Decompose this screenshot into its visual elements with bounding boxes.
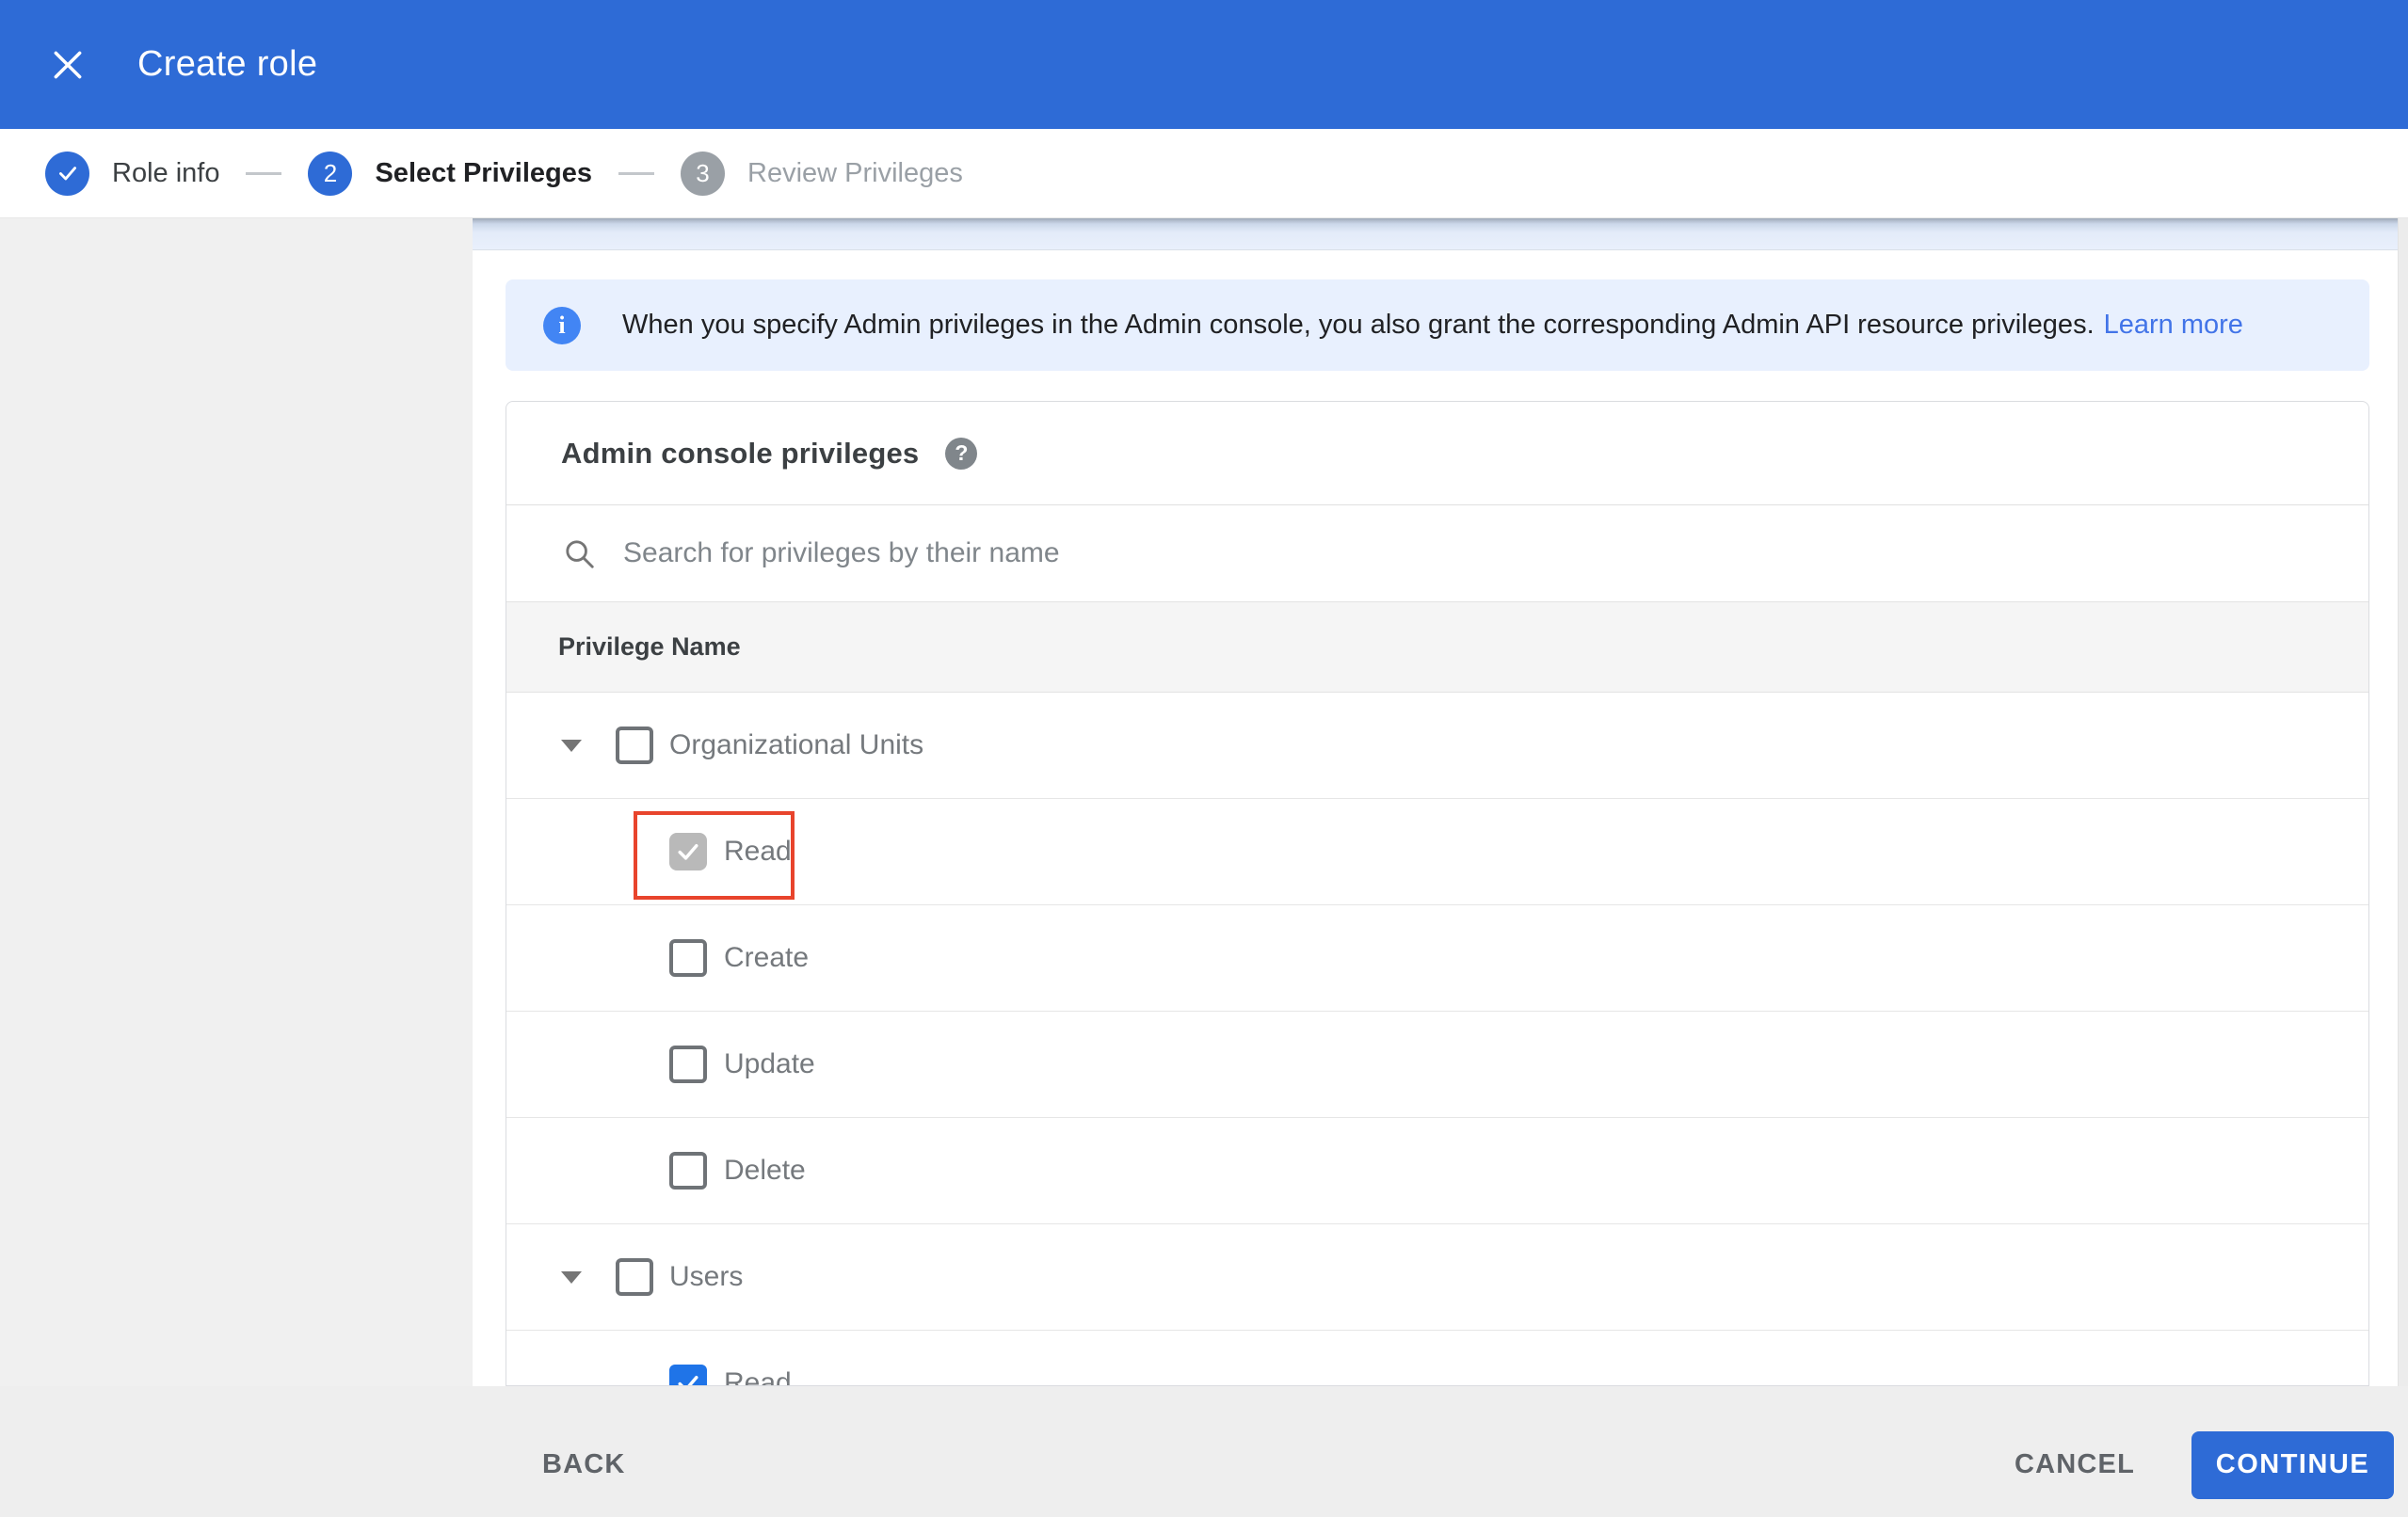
help-icon[interactable]: ? [945, 437, 978, 470]
step-role-info[interactable]: Role info [45, 151, 220, 196]
search-row [506, 505, 2368, 601]
privilege-label[interactable]: Read [724, 1367, 792, 1385]
step-label: Select Privileges [375, 157, 592, 188]
checkbox-delete[interactable] [669, 1152, 707, 1190]
privilege-row-organizational-units: Organizational Units [506, 693, 2368, 799]
continue-button[interactable]: CONTINUE [2191, 1430, 2394, 1499]
privilege-label[interactable]: Users [669, 1261, 743, 1293]
admin-privileges-card: Admin console privileges ? Privilege Nam… [506, 401, 2369, 1386]
dialog-title: Create role [137, 44, 318, 84]
left-panel [0, 218, 473, 1386]
scrolled-banner-edge [473, 218, 2398, 250]
step-connector [246, 171, 282, 175]
table-column-header: Privilege Name [506, 601, 2368, 693]
privilege-label[interactable]: Read [724, 836, 792, 868]
cancel-button[interactable]: CANCEL [2005, 1436, 2144, 1493]
search-icon [566, 540, 594, 568]
step-check-icon [45, 151, 89, 196]
card-title-row: Admin console privileges ? [506, 402, 2368, 505]
checkbox-read[interactable] [669, 833, 707, 870]
content-panel: i When you specify Admin privileges in t… [473, 218, 2408, 1386]
close-icon[interactable] [47, 44, 88, 86]
checkbox-create[interactable] [669, 939, 707, 977]
privilege-row-create: Create [506, 905, 2368, 1012]
privilege-row-read: Read [506, 799, 2368, 905]
main-area: i When you specify Admin privileges in t… [0, 218, 2408, 1386]
step-label: Review Privileges [747, 157, 963, 188]
privilege-rows: Organizational Units Read Create Update Dele… [506, 693, 2368, 1385]
footer-bar: BACK CANCEL CONTINUE [0, 1386, 2408, 1517]
info-banner: i When you specify Admin privileges in t… [506, 279, 2369, 371]
expand-collapse-icon[interactable] [561, 1270, 582, 1284]
card-title: Admin console privileges [561, 436, 920, 470]
checkbox-update[interactable] [669, 1046, 707, 1083]
checkbox-organizational-units[interactable] [616, 727, 653, 764]
privilege-row-update: Update [506, 1012, 2368, 1118]
privilege-label[interactable]: Update [724, 1048, 815, 1080]
scrollbar[interactable] [2398, 218, 2408, 1386]
stepper: Role info 2 Select Privileges 3 Review P… [0, 129, 2408, 218]
expand-collapse-icon[interactable] [561, 739, 582, 752]
step-select-privileges[interactable]: 2 Select Privileges [308, 151, 592, 196]
privilege-label[interactable]: Create [724, 942, 809, 974]
step-number: 2 [308, 151, 353, 196]
step-review-privileges[interactable]: 3 Review Privileges [681, 151, 963, 196]
search-input[interactable] [623, 537, 1941, 569]
create-role-dialog: Create role Role info 2 Select Privilege… [0, 0, 2408, 1517]
privilege-label[interactable]: Delete [724, 1155, 806, 1187]
step-number: 3 [681, 151, 725, 196]
privilege-row-users: Users [506, 1224, 2368, 1331]
info-icon: i [543, 306, 581, 344]
checkbox-read[interactable] [669, 1365, 707, 1385]
privilege-row-delete: Delete [506, 1118, 2368, 1224]
step-label: Role info [112, 157, 220, 188]
dialog-header: Create role [0, 0, 2408, 129]
back-button[interactable]: BACK [533, 1436, 635, 1493]
privilege-row-read: Read [506, 1331, 2368, 1385]
privilege-label[interactable]: Organizational Units [669, 729, 923, 761]
step-connector [618, 171, 654, 175]
learn-more-link[interactable]: Learn more [2104, 310, 2243, 341]
info-banner-text: When you specify Admin privileges in the… [622, 310, 2095, 340]
checkbox-users[interactable] [616, 1258, 653, 1296]
